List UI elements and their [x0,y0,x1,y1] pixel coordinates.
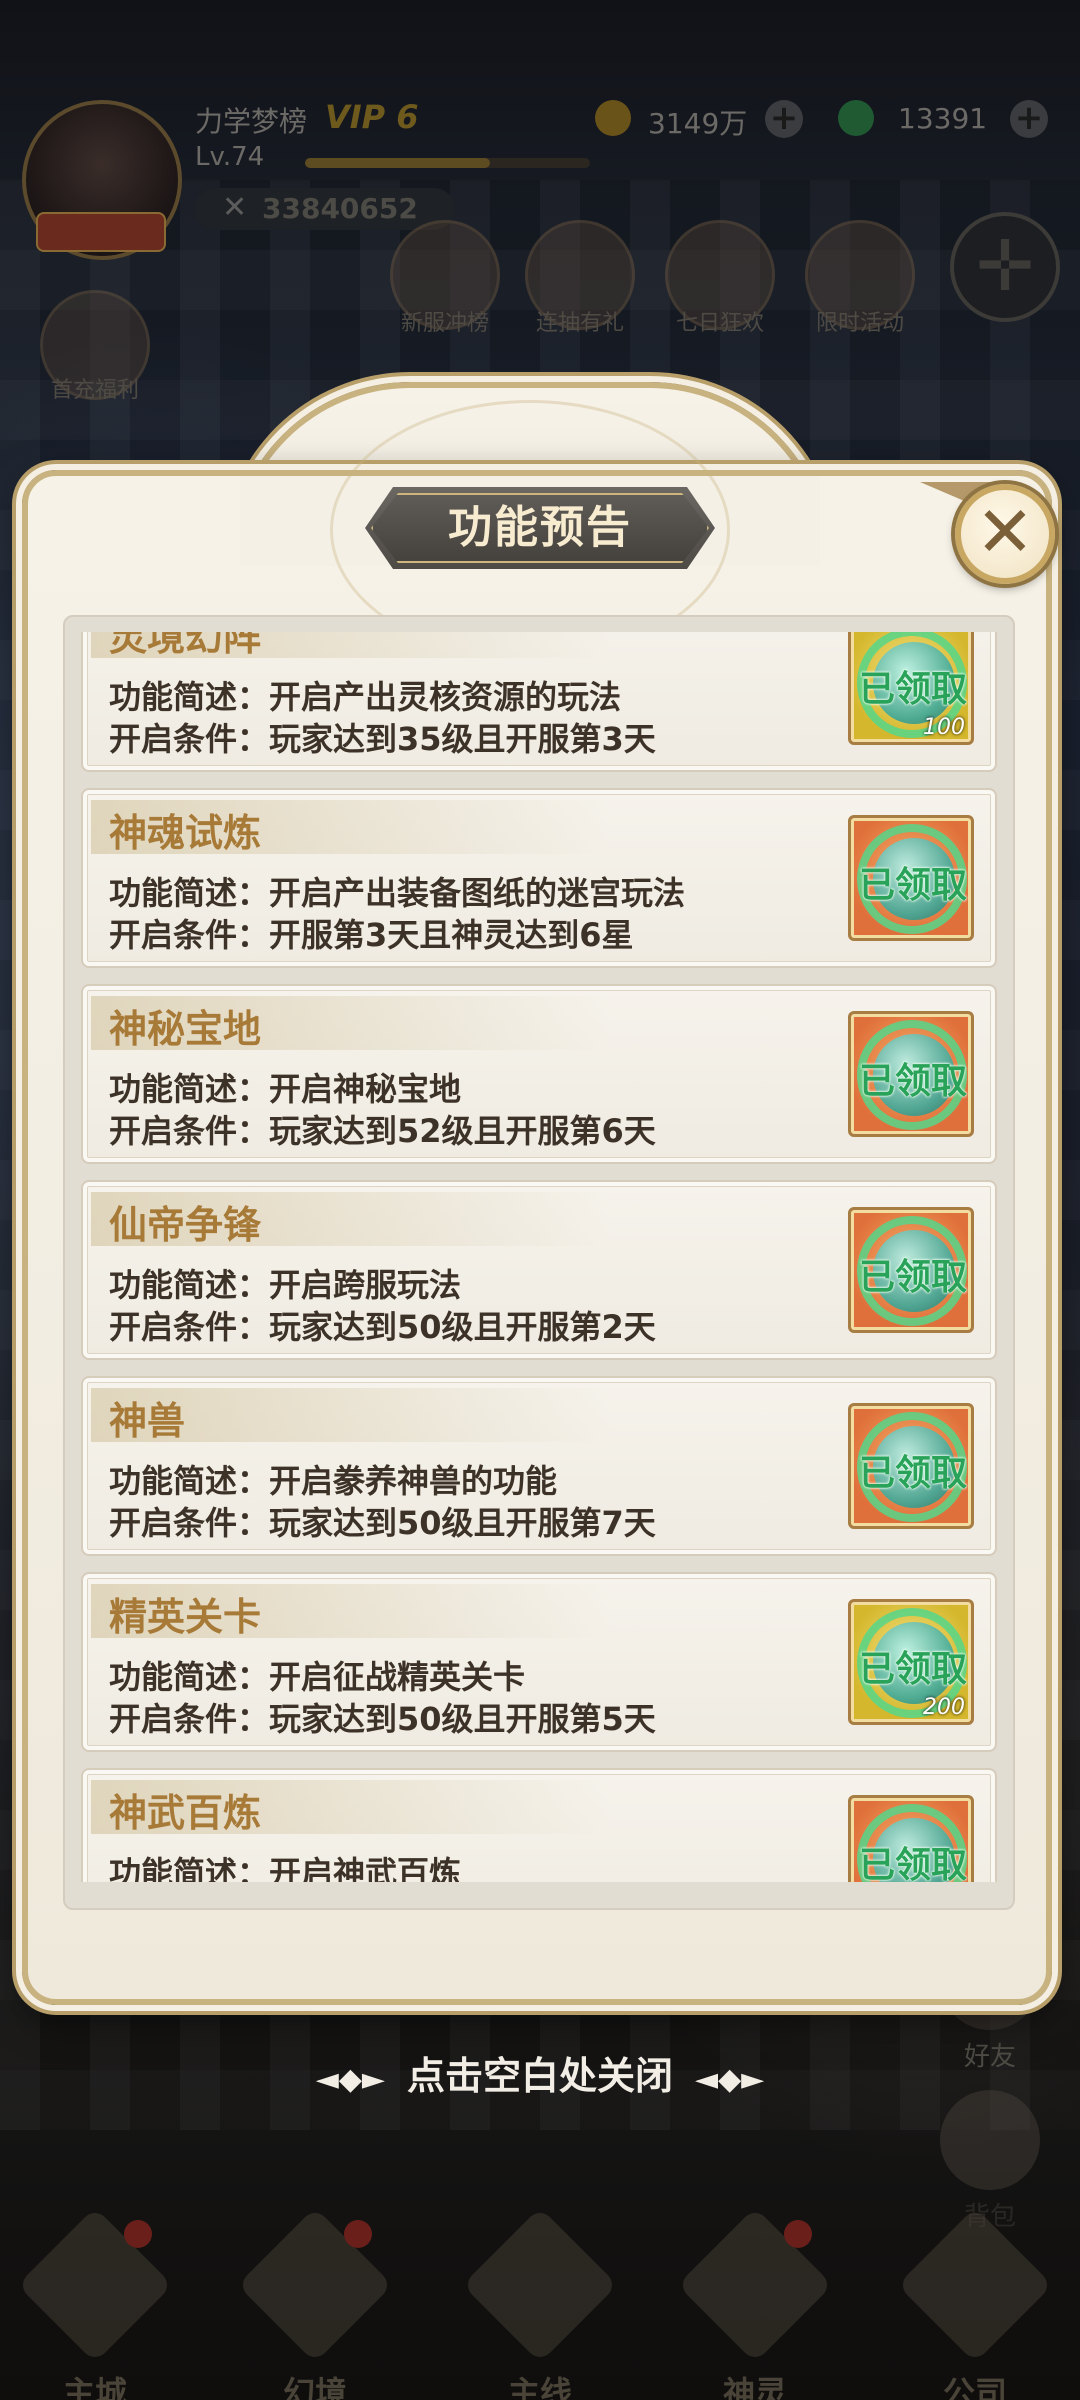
backpack-icon [940,2090,1040,2190]
draw-gift-label: 连抽有礼 [535,311,624,336]
feature-card: 神秘宝地功能简述：开启神秘宝地开启条件：玩家达到52级且开服第6天 已领取 [81,984,997,1164]
feature-condition: 开启条件：玩家达到50级且开服第5天 [109,1700,656,1738]
claimed-stamp: 已领取 [858,1453,967,1494]
add-jade-button[interactable]: + [1010,100,1048,138]
nav-label: 主城 [62,2374,127,2400]
jade-icon [838,100,874,136]
gold-coin-icon [595,100,631,136]
reward-slot[interactable]: 已领取 [848,1011,974,1137]
reward-count: 200 [923,1695,965,1720]
nav-label: 神灵 [722,2374,787,2400]
notification-dot [344,2220,372,2248]
feature-description: 功能简述：开启征战精英关卡 [109,1658,526,1696]
feature-list-content: 灵境幻阵 功能简述：开启产出灵核资源的玩法 开启条件：玩家达到35级且开服第3天 已领… [75,632,1003,1882]
feature-condition: 开启条件：玩家达到35级且开服第3天 [109,720,656,758]
claimed-stamp: 已领取 [858,865,967,906]
player-name: 力学梦榜 [195,105,308,138]
claimed-stamp: 已领取 [858,1257,967,1298]
reward-count: 100 [923,715,965,740]
feature-name: 神魂试炼 [109,810,262,855]
notification-dot [124,2220,152,2248]
close-hint-text: 点击空白处关闭 [406,2053,673,2098]
feature-description: 功能简述：开启豢养神兽的功能 [109,1462,558,1500]
feature-card: 精英关卡功能简述：开启征战精英关卡开启条件：玩家达到50级且开服第5天 已领取 20… [81,1572,997,1752]
feature-name: 神秘宝地 [109,1006,262,1051]
feature-name: 神武百炼 [109,1790,262,1835]
player-status-bar: 力学梦榜 VIP 6 Lv.74 ✕ 33840652 3149万 + 1339… [0,80,1080,260]
claimed-stamp: 已领取 [858,669,967,710]
nav-label: 主线 [507,2374,572,2400]
combat-power: 33840652 [262,192,418,225]
first-charge-label: 首充福利 [50,378,139,403]
feature-description: 功能简述：开启产出装备图纸的迷宫玩法 [109,874,686,912]
computer-icon [897,2207,1053,2363]
claimed-stamp: 已领取 [858,1649,967,1690]
exp-bar [305,158,590,168]
feature-condition: 开启条件：玩家达到50级且开服第2天 [109,1308,656,1346]
nav-label: 幻境 [282,2374,347,2400]
feature-condition: 开启条件：玩家达到50级且开服第7天 [109,1504,656,1542]
reward-slot[interactable]: 已领取 100 [848,632,974,745]
feature-condition: 开启条件：玩家达到52级且开服第6天 [109,1112,656,1150]
feature-name: 神兽 [109,1398,186,1443]
notification-dot [784,2220,812,2248]
feature-card: 仙帝争锋功能简述：开启跨服玩法开启条件：玩家达到50级且开服第2天 已领取 [81,1180,997,1360]
gold-amount: 3149万 [648,107,748,140]
nav-label: 公司 [942,2374,1007,2400]
crossed-swords-icon: ✕ [222,190,248,225]
feature-name: 灵境幻阵 [109,632,262,659]
exp-bar-fill [305,158,491,168]
close-icon: ✕ [975,491,1035,573]
nav-main-line[interactable]: 主线 [462,2207,618,2400]
vip-level: VIP 6 [325,98,419,136]
nav-spirits[interactable]: 神灵 [677,2207,833,2400]
feature-card: 灵境幻阵功能简述：开启产出灵核资源的玩法 开启条件：玩家达到35级且开服第3天 已领… [81,632,997,772]
feature-card: 神兽功能简述：开启豢养神兽的功能开启条件：玩家达到50级且开服第7天 已领取 [81,1376,997,1556]
feature-description: 功能简述：开启神武百炼 [109,1854,462,1882]
feature-list[interactable]: 灵境幻阵 功能简述：开启产出灵核资源的玩法 开启条件：玩家达到35级且开服第3天 已领… [75,632,1003,1882]
reward-slot[interactable]: 已领取 [848,815,974,941]
reward-slot[interactable]: 已领取 200 [848,1599,974,1725]
feature-card: 神武百炼功能简述：开启神武百炼 已领取 [81,1768,997,1882]
nav-main-city[interactable]: 主城 [17,2207,173,2400]
new-server-rank-label: 新服冲榜 [400,311,489,336]
hint-right-ornament: ◄◆► [695,2062,765,2097]
jade-amount: 13391 [898,102,988,135]
add-gold-button[interactable]: + [765,100,803,138]
player-level: Lv.74 [195,142,265,172]
claimed-stamp: 已领取 [858,1061,967,1102]
claimed-stamp: 已领取 [858,1845,967,1882]
hint-left-ornament: ◄◆► [315,2062,385,2097]
seven-day-label: 七日狂欢 [675,311,764,336]
dialog-title: 功能预告 [448,502,632,553]
feature-description: 功能简述：开启跨服玩法 [109,1266,462,1304]
expand-menu-icon[interactable]: ✛ [950,212,1060,322]
feature-card: 神魂试炼功能简述：开启产出装备图纸的迷宫玩法 开启条件：开服第3天且神灵达到6星 已… [81,788,997,968]
feature-description: 功能简述：开启神秘宝地 [109,1070,462,1108]
reward-slot[interactable]: 已领取 [848,1403,974,1529]
close-hint[interactable]: ◄◆► 点击空白处关闭 ◄◆► [0,2045,1080,2100]
feature-condition: 开启条件：开服第3天且神灵达到6星 [109,916,634,954]
nav-illusion[interactable]: 幻境 [237,2207,393,2400]
avatar-badge [36,212,166,252]
sword-icon [462,2207,618,2363]
feature-description: 功能简述：开启产出灵核资源的玩法 [109,678,622,716]
event-label: 限时活动 [815,311,904,336]
reward-slot[interactable]: 已领取 [848,1795,974,1882]
close-button[interactable]: ✕ [955,484,1055,584]
nav-company[interactable]: 公司 [897,2207,1053,2400]
reward-slot[interactable]: 已领取 [848,1207,974,1333]
feature-name: 仙帝争锋 [109,1202,262,1247]
feature-name: 精英关卡 [109,1594,262,1639]
